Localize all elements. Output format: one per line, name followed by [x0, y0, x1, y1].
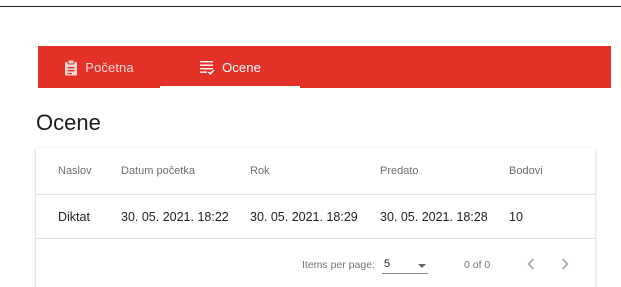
- dropdown-arrow-icon: [418, 264, 426, 268]
- tab-pocetna-label: Početna: [85, 59, 134, 75]
- cell-bodovi: 10: [509, 209, 523, 224]
- column-header-datum-pocetka: Datum početka: [121, 165, 195, 177]
- next-page-button[interactable]: [553, 250, 577, 278]
- table-header-row: Naslov Datum početka Rok Predato Bodovi: [36, 148, 595, 195]
- table-row[interactable]: Diktat 30. 05. 2021. 18:22 30. 05. 2021.…: [36, 195, 595, 239]
- items-per-page-value: 5: [384, 258, 391, 270]
- previous-page-button[interactable]: [519, 250, 543, 278]
- column-header-bodovi: Bodovi: [509, 165, 543, 177]
- cell-predato: 30. 05. 2021. 18:28: [380, 209, 488, 224]
- column-header-predato: Predato: [380, 165, 419, 177]
- clipboard-icon: [64, 59, 78, 76]
- tab-ocene-label: Ocene: [222, 59, 261, 75]
- list-check-icon: [199, 60, 215, 75]
- grades-table-card: Naslov Datum početka Rok Predato Bodovi …: [36, 148, 595, 287]
- items-per-page-label: Items per page:: [302, 259, 375, 271]
- tab-pocetna[interactable]: Početna: [38, 46, 160, 88]
- cell-naslov: Diktat: [58, 209, 90, 224]
- column-header-rok: Rok: [250, 165, 270, 177]
- chevron-right-icon: [561, 258, 569, 270]
- cell-datum-pocetka: 30. 05. 2021. 18:22: [121, 209, 229, 224]
- items-per-page-select[interactable]: 5: [382, 252, 428, 274]
- chevron-left-icon: [527, 258, 535, 270]
- cell-rok: 30. 05. 2021. 18:29: [250, 209, 358, 224]
- paginator: Items per page: 5 0 of 0: [36, 239, 595, 287]
- top-divider: [0, 6, 621, 7]
- page-title: Ocene: [36, 110, 101, 135]
- range-label: 0 of 0: [464, 259, 491, 271]
- tab-ocene[interactable]: Ocene: [160, 46, 300, 88]
- navbar: Početna Ocene: [38, 46, 611, 88]
- column-header-naslov: Naslov: [58, 165, 92, 177]
